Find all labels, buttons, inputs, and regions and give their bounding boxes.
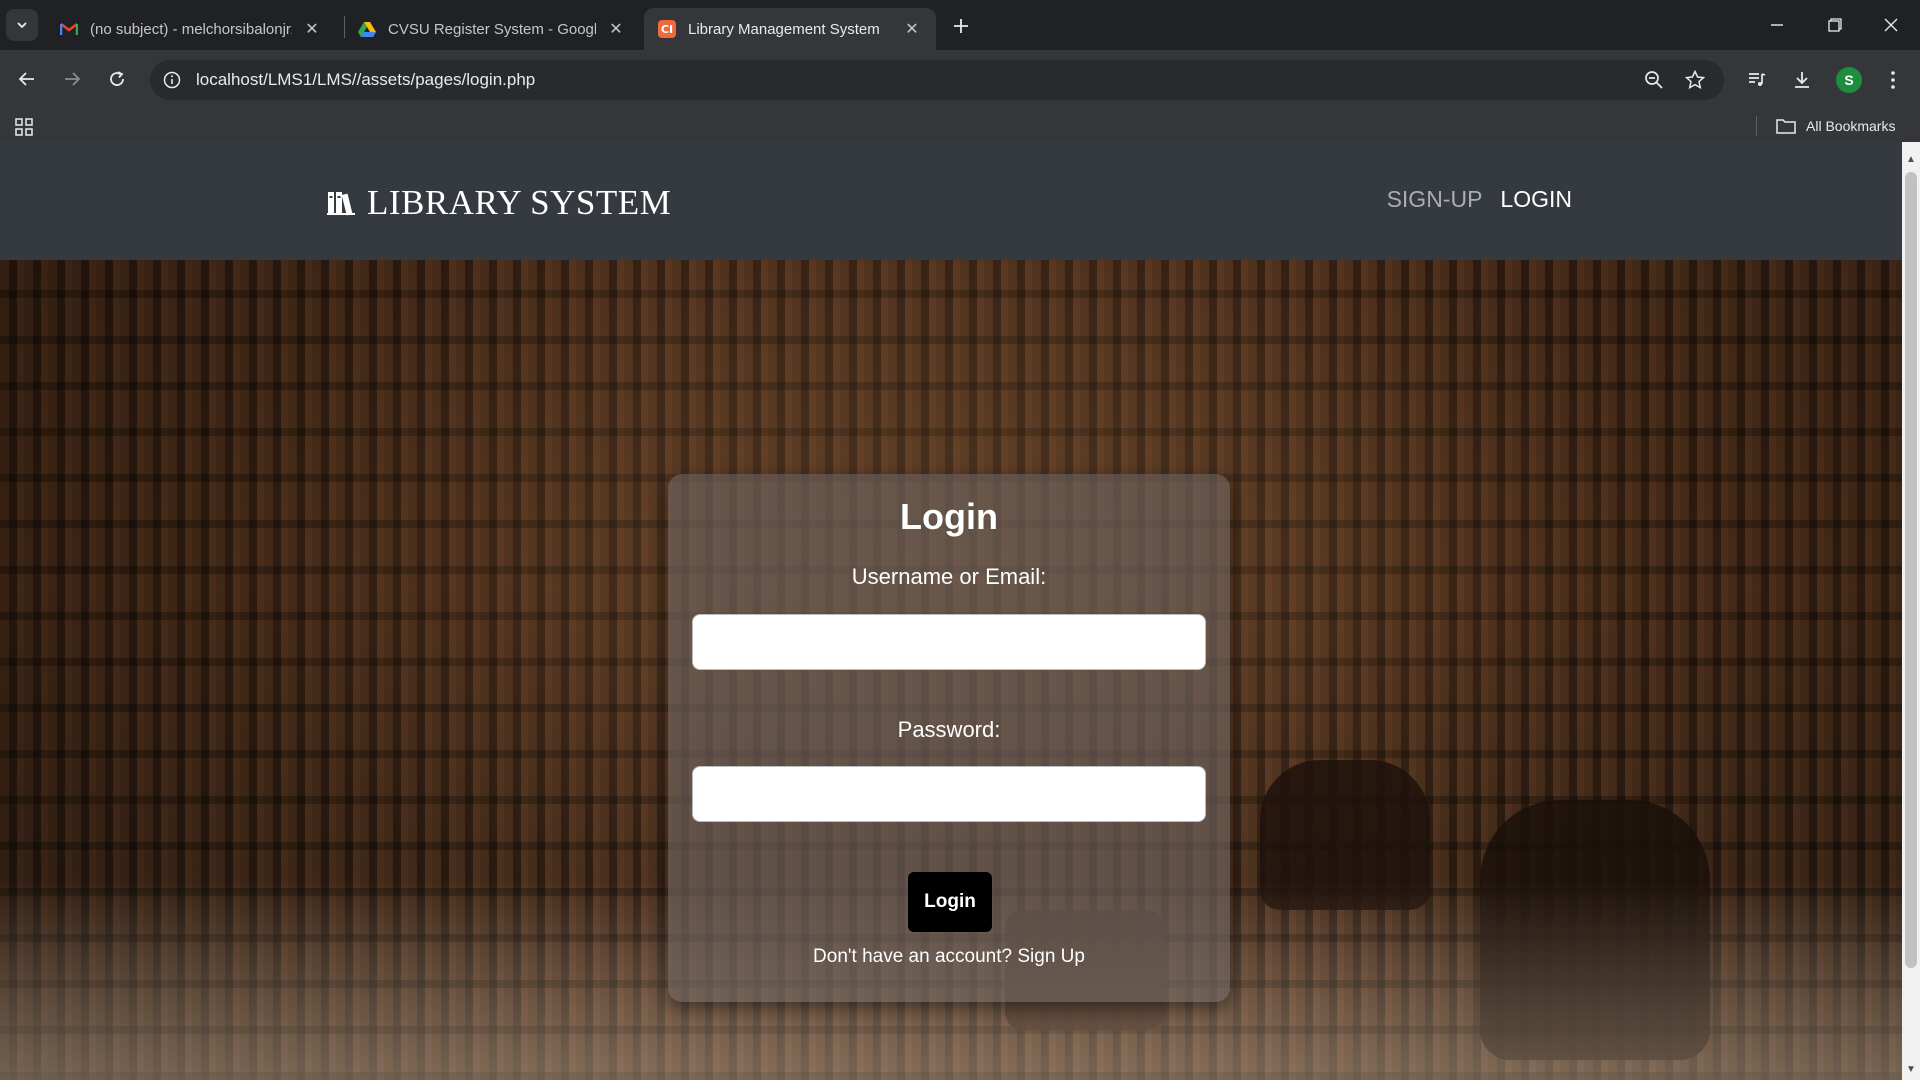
minimize-button[interactable] — [1748, 0, 1806, 50]
tab-search-button[interactable] — [6, 9, 38, 41]
zoom-button[interactable] — [1640, 66, 1668, 94]
username-label: Username or Email: — [851, 564, 1047, 589]
library-background-image: Login Username or Email: Password: Login… — [0, 260, 1902, 1080]
nav-login-link[interactable]: LOGIN — [1500, 186, 1572, 213]
apps-grid-icon[interactable] — [12, 115, 36, 139]
all-bookmarks-label: All Bookmarks — [1806, 118, 1896, 134]
password-input[interactable] — [692, 766, 1206, 822]
tab-title: Library Management System — [688, 20, 880, 38]
download-icon — [1795, 72, 1809, 88]
folder-icon — [1776, 118, 1796, 134]
library-icon — [327, 190, 355, 216]
scroll-up-arrow-icon[interactable]: ▲ — [1902, 150, 1920, 168]
scroll-down-arrow-icon[interactable]: ▼ — [1902, 1060, 1920, 1078]
star-icon — [1685, 70, 1705, 90]
google-drive-icon — [358, 20, 376, 38]
all-bookmarks-button[interactable]: All Bookmarks — [1776, 113, 1895, 139]
login-form: Login Username or Email: Password: Login… — [668, 474, 1230, 1002]
bookmarks-divider — [1756, 116, 1757, 136]
tab-title: CVSU Register System - Google — [388, 20, 596, 38]
zoom-out-icon — [1645, 71, 1663, 89]
arrow-left-icon — [18, 72, 34, 86]
close-window-button[interactable] — [1862, 0, 1920, 50]
profile-avatar[interactable]: S — [1836, 67, 1862, 93]
queue-music-icon — [1749, 73, 1766, 86]
back-button[interactable] — [11, 63, 43, 95]
nav-signup-link[interactable]: SIGN-UP — [1387, 186, 1483, 213]
scrollbar-thumb[interactable] — [1905, 172, 1917, 968]
tab-cvsu[interactable]: CVSU Register System - Google ✕ — [344, 8, 640, 50]
media-controls-button[interactable] — [1743, 66, 1771, 94]
new-tab-button[interactable] — [946, 11, 976, 41]
downloads-button[interactable] — [1788, 66, 1816, 94]
brand-name: LIBRARY SYSTEM — [367, 183, 672, 222]
reload-icon — [110, 71, 124, 86]
site-info-icon[interactable] — [160, 68, 184, 92]
close-icon[interactable]: ✕ — [902, 19, 922, 39]
tab-gmail[interactable]: (no subject) - melchorsibalonjr2 ✕ — [46, 8, 336, 50]
site-header: LIBRARY SYSTEM SIGN-UP LOGIN — [0, 142, 1902, 260]
reload-button[interactable] — [101, 63, 133, 95]
close-icon[interactable]: ✕ — [302, 19, 322, 39]
password-label: Password: — [897, 717, 1001, 742]
gmail-icon — [60, 20, 78, 38]
restore-icon — [1828, 18, 1842, 32]
minimize-icon — [1771, 24, 1783, 26]
browser-menu-button[interactable] — [1879, 66, 1907, 94]
signup-link[interactable]: Don't have an account? Sign Up — [668, 946, 1230, 968]
close-icon — [1884, 18, 1898, 32]
page-viewport: LIBRARY SYSTEM SIGN-UP LOGIN Login Usern… — [0, 142, 1902, 1080]
login-button[interactable]: Login — [908, 872, 992, 932]
restore-button[interactable] — [1806, 0, 1864, 50]
plus-icon — [954, 19, 968, 33]
browser-tab-strip: (no subject) - melchorsibalonjr2 ✕ CVSU … — [0, 0, 1920, 50]
bookmark-star-button[interactable] — [1681, 66, 1709, 94]
more-vertical-icon — [1891, 71, 1895, 89]
username-input[interactable] — [692, 614, 1206, 670]
login-title: Login — [900, 496, 998, 537]
forward-button[interactable] — [56, 63, 88, 95]
url-text[interactable]: localhost/LMS1/LMS//assets/pages/login.p… — [196, 68, 535, 92]
site-nav: SIGN-UP LOGIN — [1387, 186, 1572, 213]
close-icon[interactable]: ✕ — [606, 19, 626, 39]
svg-text:CI: CI — [661, 23, 673, 36]
brand[interactable]: LIBRARY SYSTEM — [327, 182, 671, 224]
bookmarks-bar — [0, 108, 1920, 142]
arrow-right-icon — [65, 72, 81, 86]
codeigniter-icon: CI — [658, 20, 676, 38]
tab-title: (no subject) - melchorsibalonjr2 — [90, 20, 292, 38]
chevron-down-icon — [17, 22, 27, 29]
tab-library[interactable]: CI Library Management System ✕ — [644, 8, 936, 50]
